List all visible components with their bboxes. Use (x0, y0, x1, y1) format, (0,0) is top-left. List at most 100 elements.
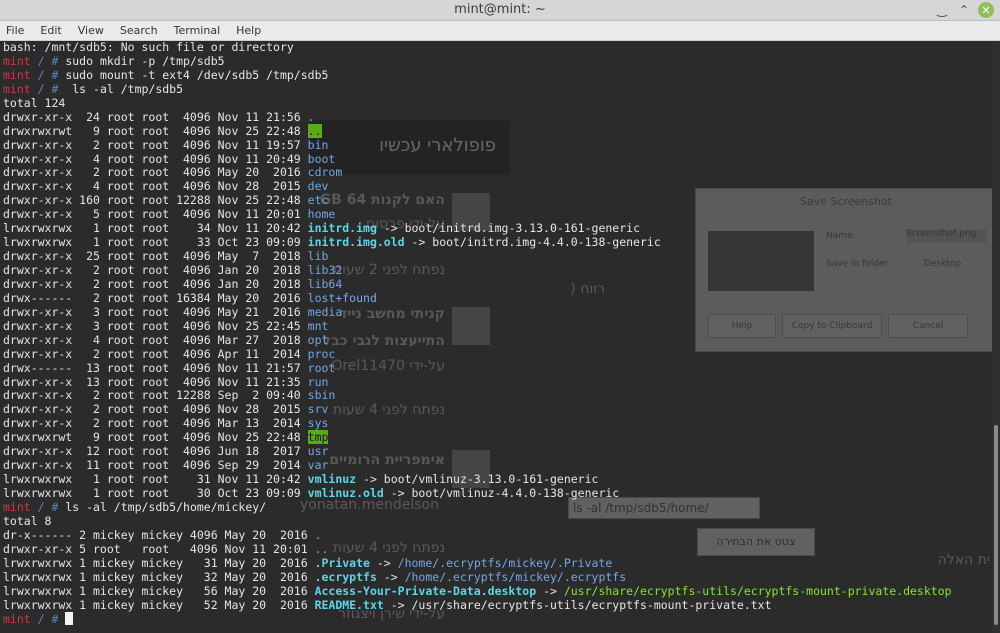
terminal-line: drwxr-xr-x 5 root root 4096 Nov 11 20:01… (3, 207, 952, 222)
terminal-line: drwxr-xr-x 2 root root 4096 Mar 13 2014 … (3, 416, 952, 431)
prompt-path: / # (30, 612, 66, 627)
terminal-text: total 8 (3, 513, 52, 528)
terminal-text: initrd.img (307, 221, 377, 236)
terminal-text: drwxr-xr-x 25 root root 4096 May 7 2018 (3, 249, 308, 264)
terminal-line: drwxr-xr-x 2 root root 4096 May 20 2016 … (3, 165, 952, 180)
window-controls: ‿ ⌃ ✕ (934, 2, 994, 18)
terminal-text: sbin (307, 388, 336, 403)
terminal-line: drwxr-xr-x 2 root root 4096 Nov 11 19:57… (3, 137, 952, 153)
prompt-path: / # (30, 53, 66, 68)
terminal-line: drwxr-xr-x 4 root root 4096 Nov 11 20:49… (3, 151, 952, 167)
prompt-host: mint (3, 612, 31, 627)
terminal-text: -> /usr/share/ecryptfs-utils/ecryptfs-mo… (383, 597, 772, 612)
terminal-text: run (307, 374, 329, 389)
terminal-text: drwxr-xr-x 2 root root 12288 Sep 2 09:40 (3, 388, 308, 403)
terminal-text: .. (307, 123, 322, 138)
terminal-text: drwxr-xr-x 2 root root 4096 Mar 13 2014 (3, 416, 308, 431)
terminal-text: usr (307, 444, 329, 459)
terminal-text: drwx------ 2 root root 16384 May 20 2016 (3, 290, 308, 305)
terminal-line: mint / # ls -al /tmp/sdb5 (3, 81, 952, 97)
terminal-text: bash: /mnt/sdb5: No such file or directo… (3, 40, 294, 54)
terminal-line: drwxr-xr-x 160 root root 12288 Nov 25 22… (3, 193, 952, 208)
terminal-text: drwxr-xr-x 12 root root 4096 Jun 18 2017 (3, 444, 308, 459)
terminal-text: drwxrwxrwt 9 root root 4096 Nov 25 22:48 (3, 123, 308, 138)
terminal-text: drwxr-xr-x 3 root root 4096 May 21 2016 (3, 304, 308, 319)
terminal-text: total 124 (3, 95, 66, 110)
terminal-text: ls -al /tmp/sdb5 (65, 81, 184, 96)
terminal-text: drwxr-xr-x 5 root root 4096 Nov 11 20:01 (3, 541, 315, 556)
menu-terminal[interactable]: Terminal (166, 21, 229, 40)
prompt-host: mint (3, 53, 31, 68)
terminal-text: drwxr-xr-x 5 root root 4096 Nov 11 20:01 (3, 207, 308, 222)
terminal-line: drwxr-xr-x 3 root root 4096 Nov 25 22:45… (3, 319, 952, 334)
terminal-text: vmlinuz.old (307, 486, 384, 500)
terminal-text: drwxr-xr-x 24 root root 4096 Nov 11 21:5… (3, 109, 308, 124)
terminal-line: drwxr-xr-x 12 root root 4096 Jun 18 2017… (3, 444, 952, 459)
prompt-path: / # (30, 499, 66, 514)
terminal-text: var (307, 458, 329, 473)
terminal-line: mint / # sudo mount -t ext4 /dev/sdb5 /t… (3, 67, 952, 83)
terminal-text: drwxr-xr-x 13 root root 4096 Nov 11 21:3… (3, 374, 308, 389)
terminal-text: -> (536, 583, 564, 598)
terminal-line: lrwxrwxrwx 1 root root 33 Oct 23 09:09 i… (3, 235, 952, 250)
terminal-line: drwxr-xr-x 2 root root 4096 Jan 20 2018 … (3, 263, 952, 278)
terminal-text: -> (369, 555, 398, 570)
terminal-line: drwxr-xr-x 24 root root 4096 Nov 11 21:5… (3, 109, 952, 125)
menu-file[interactable]: File (0, 21, 32, 40)
terminal-cursor (65, 612, 74, 626)
menu-view[interactable]: View (70, 21, 112, 40)
terminal-text: -> boot/vmlinuz-3.13.0-161-generic (356, 472, 599, 487)
terminal-text: vmlinuz (307, 472, 357, 487)
terminal-line: drwxr-xr-x 25 root root 4096 May 7 2018 … (3, 249, 952, 264)
terminal-line: drwxr-xr-x 2 root root 4096 Apr 11 2014 … (3, 347, 952, 362)
prompt-host: mint (3, 67, 31, 82)
maximize-button[interactable]: ⌃ (956, 2, 972, 18)
terminal-text: lrwxrwxrwx 1 root root 30 Oct 23 09:09 (3, 486, 308, 500)
terminal-text: media (307, 304, 343, 319)
terminal-line: lrwxrwxrwx 1 mickey mickey 52 May 20 201… (3, 597, 952, 613)
terminal-output[interactable]: bash: /mnt/sdb5: No such file or directo… (3, 40, 952, 627)
terminal-text: drwxr-xr-x 4 root root 4096 Nov 11 20:49 (3, 151, 308, 166)
minimize-button[interactable]: ‿ (934, 2, 950, 18)
terminal-line: total 8 (3, 513, 952, 529)
terminal-text: lib32 (307, 263, 343, 277)
terminal-text: srv (307, 402, 329, 417)
terminal-text: .. (314, 541, 329, 556)
terminal-line: drwxr-xr-x 2 root root 4096 Nov 28 2015 … (3, 402, 952, 417)
terminal-text: drwxrwxrwt 9 root root 4096 Nov 25 22:48 (3, 430, 308, 445)
terminal-text: dr-x------ 2 mickey mickey 4096 May 20 2… (3, 527, 315, 542)
terminal-text: lrwxrwxrwx 1 root root 34 Nov 11 20:42 (3, 221, 308, 236)
terminal-text: lrwxrwxrwx 1 root root 33 Oct 23 09:09 (3, 235, 308, 250)
close-button[interactable]: ✕ (978, 2, 994, 18)
terminal-text: lib (307, 249, 329, 264)
terminal-text: bin (307, 137, 329, 152)
menu-edit[interactable]: Edit (32, 21, 69, 40)
terminal-text: . (307, 109, 315, 124)
terminal-text: drwxr-xr-x 11 root root 4096 Sep 29 2014 (3, 458, 308, 473)
terminal-text: /home/.ecryptfs/mickey/.Private (397, 555, 613, 570)
terminal-line: drwxr-xr-x 11 root root 4096 Sep 29 2014… (3, 458, 952, 473)
terminal-text: lost+found (307, 290, 377, 305)
prompt-host: mint (3, 81, 31, 96)
terminal-line: lrwxrwxrwx 1 root root 31 Nov 11 20:42 v… (3, 472, 952, 487)
terminal-text: drwxr-xr-x 2 root root 4096 Jan 20 2018 (3, 263, 308, 277)
terminal-line: drwxrwxrwt 9 root root 4096 Nov 25 22:48… (3, 123, 952, 139)
menu-search[interactable]: Search (112, 21, 166, 40)
terminal-text: drwxr-xr-x 4 root root 4096 Nov 28 2015 (3, 179, 308, 194)
terminal-line: mint / # sudo mkdir -p /tmp/sdb5 (3, 53, 952, 69)
terminal-text: -> boot/vmlinuz-4.4.0-138-generic (383, 486, 620, 500)
scrollbar-thumb[interactable] (994, 425, 998, 625)
terminal-text: sys (307, 416, 329, 431)
terminal-line: drwx------ 13 root root 4096 Nov 11 21:5… (3, 361, 952, 376)
terminal-line: lrwxrwxrwx 1 mickey mickey 31 May 20 201… (3, 555, 952, 571)
terminal-line: drwxrwxrwt 9 root root 4096 Nov 25 22:48… (3, 430, 952, 445)
menu-help[interactable]: Help (228, 21, 269, 40)
terminal-line: lrwxrwxrwx 1 root root 34 Nov 11 20:42 i… (3, 221, 952, 236)
terminal-line: drwxr-xr-x 5 root root 4096 Nov 11 20:01… (3, 541, 952, 557)
terminal-line: drwxr-xr-x 2 root root 4096 Jan 20 2018 … (3, 277, 952, 292)
terminal-text: dev (307, 179, 329, 194)
terminal-text: drwxr-xr-x 2 root root 4096 Nov 11 19:57 (3, 137, 308, 152)
terminal-text: lrwxrwxrwx 1 mickey mickey 56 May 20 201… (3, 583, 315, 598)
terminal-text: opt (307, 332, 329, 347)
terminal-line: lrwxrwxrwx 1 mickey mickey 56 May 20 201… (3, 583, 952, 599)
